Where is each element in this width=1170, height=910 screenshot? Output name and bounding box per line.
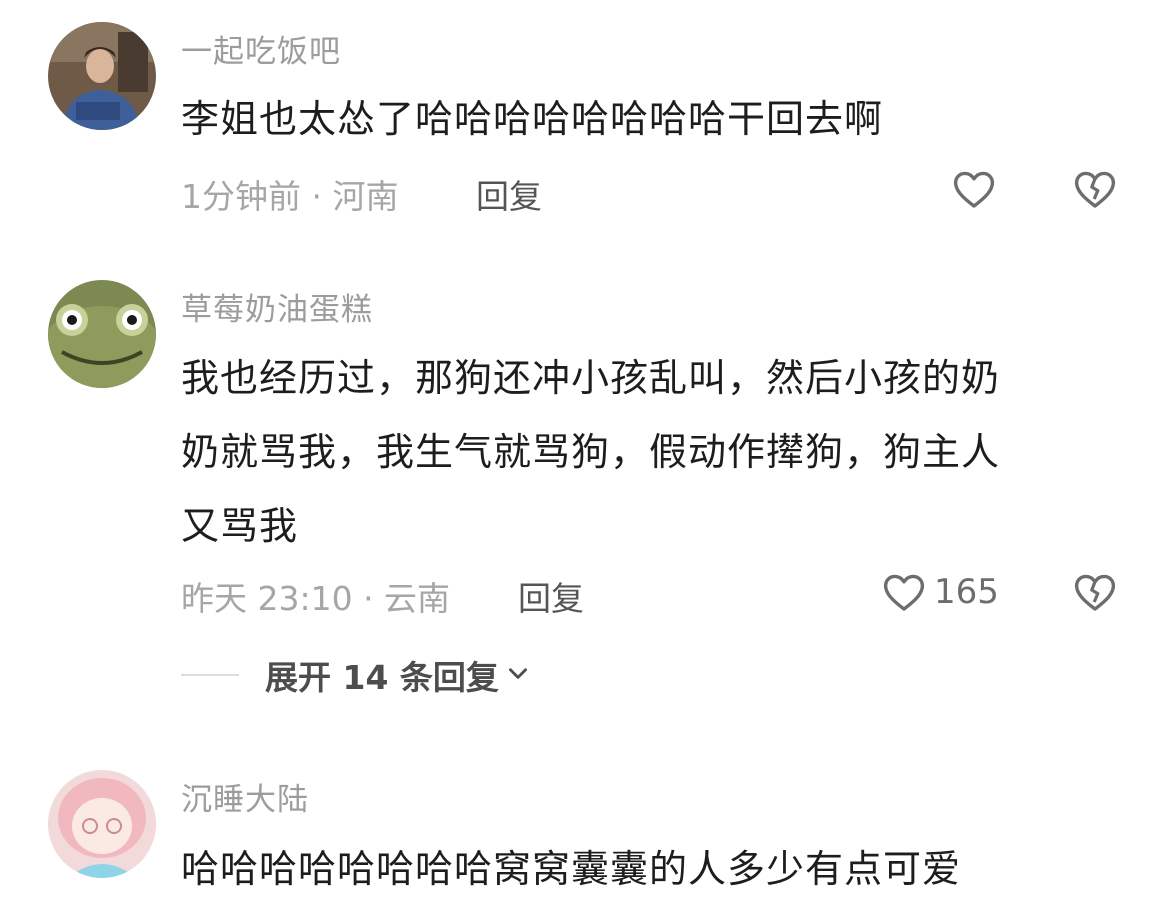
username[interactable]: 沉睡大陆	[181, 774, 309, 819]
divider	[181, 674, 239, 676]
comment-text-line: 又骂我	[181, 504, 299, 548]
like-count: 165	[934, 572, 999, 612]
comment-text: 李姐也太怂了哈哈哈哈哈哈哈哈干回去啊	[181, 82, 1121, 156]
reply-button[interactable]: 回复	[518, 572, 584, 620]
reply-button[interactable]: 回复	[476, 170, 542, 218]
chevron-down-icon	[505, 660, 531, 690]
dislike-button[interactable]	[1071, 165, 1119, 213]
broken-heart-icon	[1071, 171, 1119, 217]
avatar[interactable]	[48, 770, 156, 878]
username[interactable]: 草莓奶油蛋糕	[181, 284, 373, 329]
comment-text: 哈哈哈哈哈哈哈哈窝窝囊囊的人多少有点可爱	[181, 832, 1121, 906]
comment-text-line: 奶就骂我，我生气就骂狗，假动作撵狗，狗主人	[181, 430, 1001, 474]
comment-text-line: 我也经历过，那狗还冲小孩乱叫，然后小孩的奶	[181, 356, 1001, 400]
comment-meta: 昨天 23:10 · 云南	[181, 579, 451, 618]
broken-heart-icon	[1071, 574, 1119, 620]
username[interactable]: 一起吃饭吧	[181, 26, 341, 71]
comment-text: 我也经历过，那狗还冲小孩乱叫，然后小孩的奶 奶就骂我，我生气就骂狗，假动作撵狗，…	[181, 341, 1121, 563]
heart-outline-icon	[880, 568, 928, 616]
heart-outline-icon	[950, 165, 998, 213]
avatar[interactable]	[48, 280, 156, 388]
expand-replies-button[interactable]: 展开 14 条回复	[181, 650, 531, 700]
comment-meta: 1分钟前 · 河南	[181, 177, 399, 216]
like-button[interactable]: 165	[880, 568, 999, 616]
expand-replies-label: 展开 14 条回复	[265, 658, 499, 697]
dislike-button[interactable]	[1071, 568, 1119, 616]
comment-text-line: 李姐也太怂了哈哈哈哈哈哈哈哈干回去啊	[181, 97, 884, 141]
comment-text-line: 哈哈哈哈哈哈哈哈窝窝囊囊的人多少有点可爱	[181, 847, 962, 891]
like-button[interactable]	[950, 165, 998, 213]
avatar[interactable]	[48, 22, 156, 130]
